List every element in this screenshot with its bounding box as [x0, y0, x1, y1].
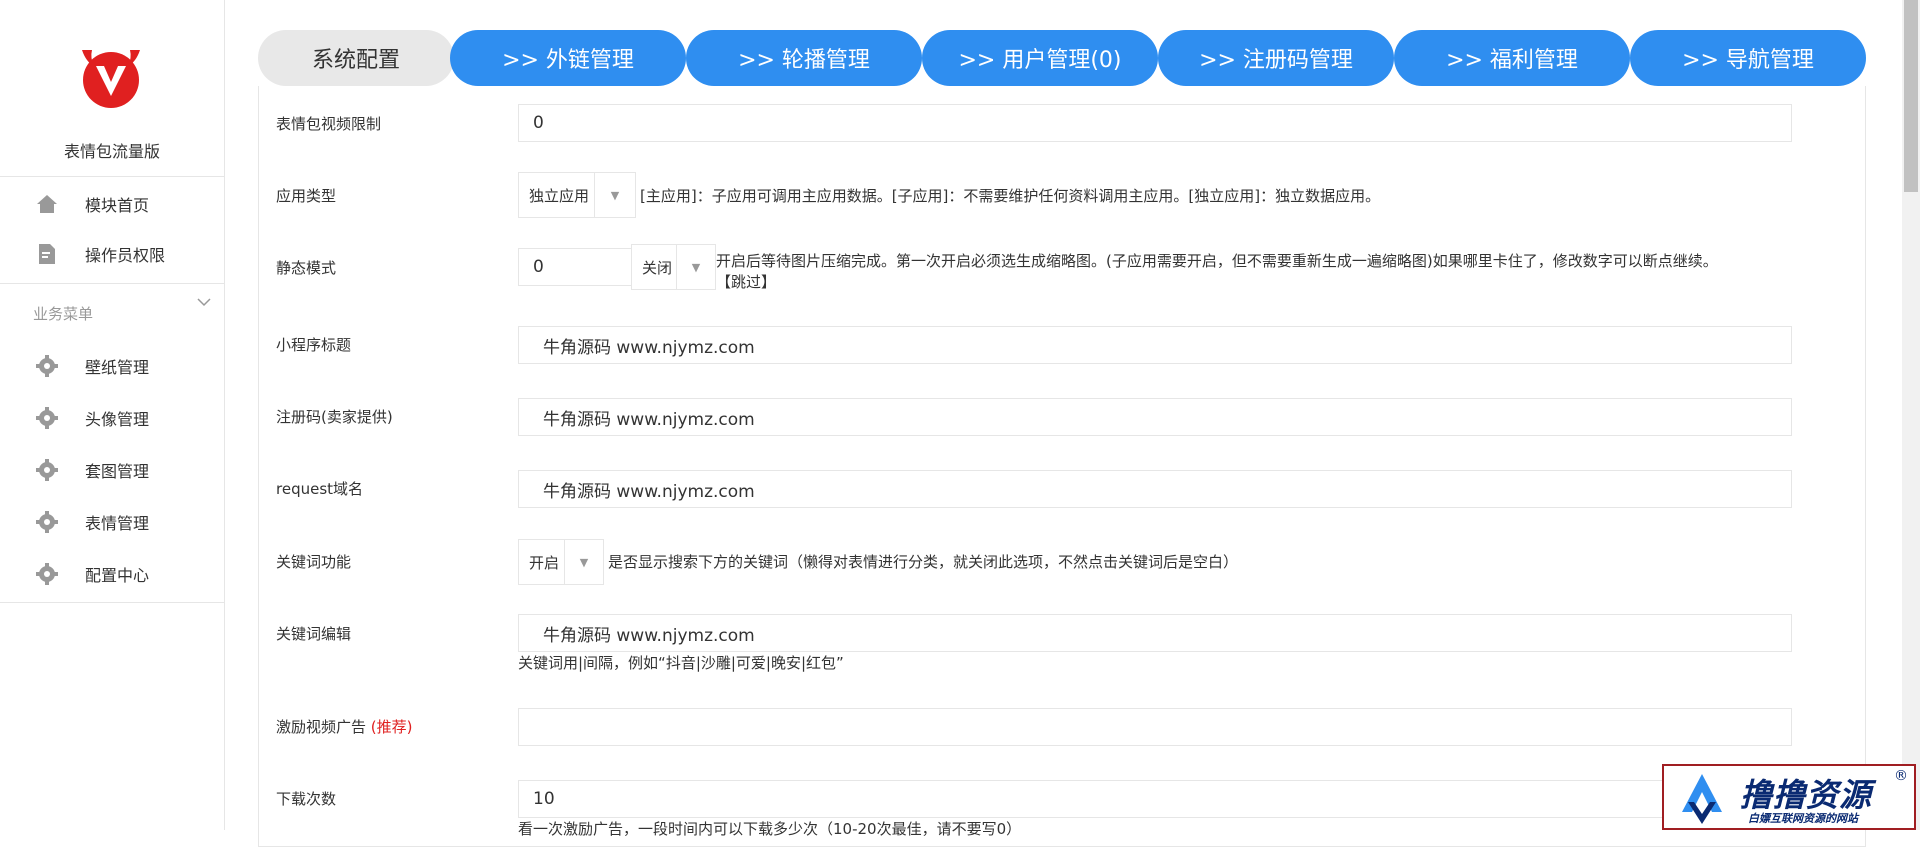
- tab-carousel[interactable]: >> 轮播管理: [686, 30, 922, 86]
- keyword-edit-input[interactable]: 牛角源码 www.njymz.com: [518, 614, 1792, 652]
- watermark-subtitle: 白嫖互联网资源的网站: [1748, 812, 1858, 825]
- field-label: 下载次数: [276, 790, 337, 808]
- gear-icon: [36, 407, 58, 429]
- sidebar-item-photoset[interactable]: 套图管理: [0, 450, 224, 490]
- field-label: 静态模式: [276, 259, 337, 277]
- request-domain-input[interactable]: 牛角源码 www.njymz.com: [518, 470, 1792, 508]
- caret-down-icon: ▼: [564, 540, 603, 584]
- app-name: 表情包流量版: [63, 142, 160, 161]
- sidebar-item-config-center[interactable]: 配置中心: [0, 554, 224, 594]
- field-label-text: 激励视频广告: [276, 718, 367, 736]
- static-mode-select[interactable]: 关闭 ▼: [631, 244, 716, 290]
- sidebar-divider: [0, 602, 224, 603]
- watermark-logo: 撸撸资源 白嫖互联网资源的网站 ®: [1662, 764, 1916, 830]
- sidebar-item-wallpaper[interactable]: 壁纸管理: [0, 346, 224, 386]
- download-count-input[interactable]: 10: [518, 780, 1792, 818]
- app-logo: [82, 50, 140, 108]
- field-label: 激励视频广告 (推荐): [276, 716, 413, 737]
- select-value: 独立应用: [529, 186, 590, 205]
- caret-down-icon: ▼: [676, 245, 715, 289]
- sidebar-item-label: 头像管理: [85, 410, 150, 429]
- static-mode-input[interactable]: 0: [518, 248, 632, 286]
- field-hint: 关键词用|间隔，例如“抖音|沙雕|可爱|晚安|红包”: [518, 654, 844, 672]
- field-label: 关键词功能: [276, 553, 352, 571]
- reward-ad-input[interactable]: [518, 708, 1792, 746]
- tab-welfare[interactable]: >> 福利管理: [1394, 30, 1630, 86]
- select-value: 开启: [529, 553, 560, 572]
- field-description: [主应用]：子应用可调用主应用数据。[子应用]：不需要维护任何资料调用主应用。[…: [640, 187, 1381, 205]
- app-type-select[interactable]: 独立应用 ▼: [518, 172, 636, 218]
- sidebar-item-label: 套图管理: [85, 462, 150, 481]
- video-limit-input[interactable]: 0: [518, 104, 1792, 142]
- skip-link[interactable]: 【跳过】: [716, 271, 776, 292]
- sidebar-item-label: 壁纸管理: [85, 358, 150, 377]
- scrollbar-thumb[interactable]: [1904, 0, 1918, 192]
- tab-system-config[interactable]: 系统配置: [258, 30, 454, 86]
- document-icon: [36, 243, 58, 265]
- registered-mark: ®: [1894, 768, 1908, 784]
- mini-program-title-input[interactable]: 牛角源码 www.njymz.com: [518, 326, 1792, 364]
- chevron-down-icon[interactable]: [196, 296, 212, 312]
- tab-external-links[interactable]: >> 外链管理: [450, 30, 686, 86]
- sidebar-item-avatar[interactable]: 头像管理: [0, 398, 224, 438]
- field-label: 表情包视频限制: [276, 115, 382, 133]
- keyword-function-select[interactable]: 开启 ▼: [518, 539, 604, 585]
- tab-reg-codes[interactable]: >> 注册码管理: [1158, 30, 1394, 86]
- gear-icon: [36, 355, 58, 377]
- field-description: 开启后等待图片压缩完成。第一次开启必须选生成缩略图。(子应用需要开启，但不需要重…: [716, 252, 1718, 270]
- field-label: 应用类型: [276, 187, 337, 205]
- gear-icon: [36, 511, 58, 533]
- sidebar-item-label: 操作员权限: [85, 246, 166, 265]
- vertical-scrollbar[interactable]: [1902, 0, 1920, 830]
- sidebar-item-home[interactable]: 模块首页: [0, 184, 224, 224]
- select-value: 关闭: [642, 258, 673, 277]
- registration-code-input[interactable]: 牛角源码 www.njymz.com: [518, 398, 1792, 436]
- sidebar-divider: [0, 283, 224, 284]
- sidebar-header: 表情包流量版: [0, 0, 224, 177]
- tab-navigation[interactable]: >> 导航管理: [1630, 30, 1866, 86]
- sidebar-item-label: 表情管理: [85, 514, 150, 533]
- sidebar-item-label: 模块首页: [85, 196, 150, 215]
- field-label: 关键词编辑: [276, 625, 352, 643]
- field-description: 是否显示搜索下方的关键词（懒得对表情进行分类，就关闭此选项，不然点击关键词后是空…: [608, 553, 1239, 571]
- tab-bar: 系统配置 >> 外链管理 >> 轮播管理 >> 用户管理(0) >> 注册码管理…: [258, 30, 1866, 86]
- watermark-emblem-icon: [1682, 774, 1722, 824]
- recommended-badge: (推荐): [370, 718, 413, 736]
- gear-icon: [36, 459, 58, 481]
- field-hint: 看一次激励广告，一段时间内可以下载多少次（10-20次最佳，请不要写0）: [518, 820, 1022, 838]
- home-icon: [36, 193, 58, 215]
- tab-users[interactable]: >> 用户管理(0): [922, 30, 1158, 86]
- field-label: request域名: [276, 480, 364, 498]
- section-title: 业务菜单: [33, 305, 94, 323]
- field-label: 注册码(卖家提供): [276, 408, 393, 426]
- caret-down-icon: ▼: [594, 173, 635, 217]
- field-label: 小程序标题: [276, 336, 352, 354]
- sidebar: 表情包流量版 模块首页 操作员权限 业务菜单 壁纸管理 头像管理 套图管理 表情…: [0, 0, 225, 830]
- sidebar-item-emoji[interactable]: 表情管理: [0, 502, 224, 542]
- sidebar-item-operator-permissions[interactable]: 操作员权限: [0, 234, 224, 274]
- gear-icon: [36, 563, 58, 585]
- sidebar-item-label: 配置中心: [85, 566, 150, 585]
